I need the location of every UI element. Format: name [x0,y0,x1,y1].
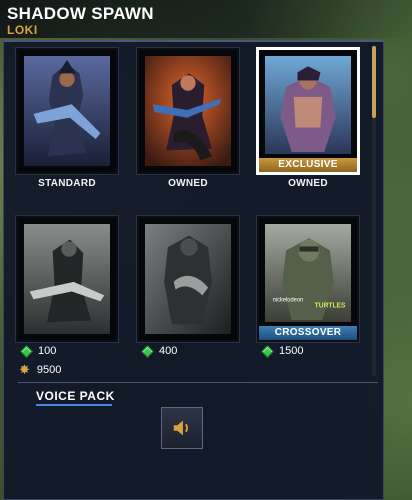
price-gems-3: 1500 [261,344,304,358]
gem-icon [261,344,274,358]
price-favor-1: ✸ 9500 [19,363,61,376]
favor-icon: ✸ [19,362,30,377]
skin-card-gray-1[interactable] [16,216,118,342]
voice-pack-play-button[interactable] [161,407,203,449]
skin-status-standard: STANDARD [38,178,96,189]
skin-card-owned-1[interactable] [137,48,239,174]
skin-status-owned-2: OWNED [288,178,328,189]
skin-art-crossover: nickelodeon TURTLES [265,224,351,322]
turtles-logo-text: TURTLES [315,303,346,310]
tab-voice-pack-underline [36,404,112,406]
speaker-icon [173,420,188,436]
skin-card-shadow-spawn-selected[interactable]: EXCLUSIVE [257,48,359,174]
gem-icon [20,344,33,358]
nickelodeon-logo-text: nickelodeon [273,297,304,303]
skin-card-crossover[interactable]: nickelodeon TURTLES CROSSOVER [257,216,359,342]
skin-art-shadow-spawn [265,56,351,154]
skin-art-standard [24,56,110,166]
exclusive-ribbon: EXCLUSIVE [259,158,357,172]
scrollbar-thumb[interactable] [372,46,376,118]
price-gems-3-value: 1500 [279,345,304,357]
price-gems-1: 100 [20,344,57,358]
skin-art-owned-1 [145,56,231,166]
section-divider [18,382,378,383]
price-gems-2: 400 [141,344,178,358]
skin-card-standard[interactable] [16,48,118,174]
price-gems-1-value: 100 [38,345,57,357]
tab-voice-pack[interactable]: VOICE PACK [36,389,115,403]
skin-category-title: SHADOW SPAWN [7,4,154,23]
god-name: LOKI [7,23,38,37]
skin-status-owned-1: OWNED [168,178,208,189]
skin-card-gray-2[interactable] [137,216,239,342]
price-gems-2-value: 400 [159,345,178,357]
skin-art-gray-1 [24,224,110,334]
header: SHADOW SPAWN LOKI [0,0,412,38]
crossover-ribbon: CROSSOVER [259,326,357,340]
skin-art-gray-2 [145,224,231,334]
gem-icon [141,344,154,358]
price-favor-1-value: 9500 [36,363,62,376]
